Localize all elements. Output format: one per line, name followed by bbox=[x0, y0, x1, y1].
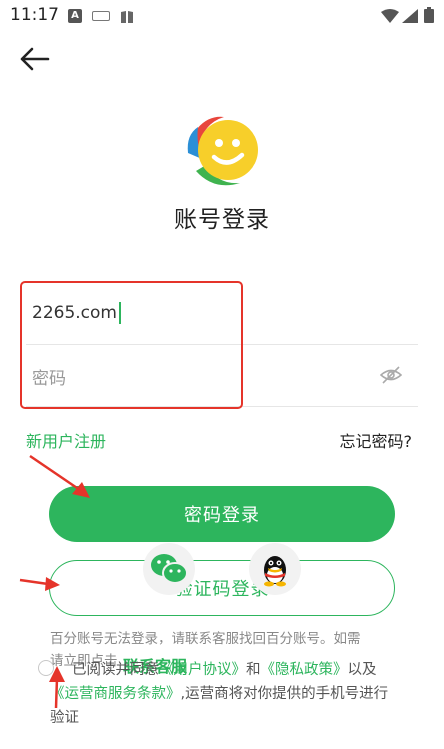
notice-text-line1: 百分账号无法登录，请联系客服找回百分账号。如需 bbox=[50, 631, 361, 647]
status-bar: 11:17 A bbox=[0, 0, 444, 32]
eye-off-icon[interactable] bbox=[379, 365, 403, 385]
status-time: 11:17 bbox=[10, 5, 59, 25]
wechat-icon bbox=[151, 554, 188, 584]
account-field[interactable]: 2265.com bbox=[26, 284, 418, 345]
wechat-login-button[interactable] bbox=[143, 543, 195, 595]
agree-and: 和 bbox=[246, 662, 261, 678]
qq-icon bbox=[264, 556, 286, 587]
keyboard-badge-icon: A bbox=[68, 9, 82, 23]
password-field[interactable]: 密码 bbox=[26, 346, 418, 407]
user-agreement-link[interactable]: 《用户协议》 bbox=[159, 662, 246, 678]
page-title: 账号登录 bbox=[174, 207, 270, 233]
agreement-text: 已阅读并同意《用户协议》和《隐私政策》以及《运营商服务条款》,运营商将对你提供的… bbox=[50, 658, 396, 730]
forgot-password-link[interactable]: 忘记密码? bbox=[340, 428, 413, 452]
book-icon bbox=[120, 9, 134, 23]
privacy-policy-link[interactable]: 《隐私政策》 bbox=[261, 662, 348, 678]
carrier-terms-link[interactable]: 《运营商服务条款》 bbox=[50, 686, 181, 702]
signal-icon bbox=[402, 8, 418, 27]
back-arrow-icon bbox=[20, 47, 50, 71]
register-link[interactable]: 新用户注册 bbox=[26, 428, 106, 452]
keyboard-icon bbox=[92, 11, 110, 21]
back-button[interactable] bbox=[18, 44, 52, 74]
account-input-value[interactable]: 2265.com bbox=[32, 303, 117, 323]
password-login-button[interactable]: 密码登录 bbox=[49, 486, 395, 542]
text-caret bbox=[118, 302, 121, 324]
agree-and2: 以及 bbox=[347, 662, 377, 678]
qq-login-button[interactable] bbox=[249, 543, 301, 595]
agree-prefix: 已阅读并同意 bbox=[72, 662, 159, 678]
password-placeholder[interactable]: 密码 bbox=[32, 364, 66, 389]
wifi-icon bbox=[381, 8, 399, 27]
code-login-button[interactable]: 验证码登录 bbox=[49, 560, 395, 616]
battery-icon bbox=[424, 7, 434, 27]
app-logo bbox=[184, 113, 262, 191]
